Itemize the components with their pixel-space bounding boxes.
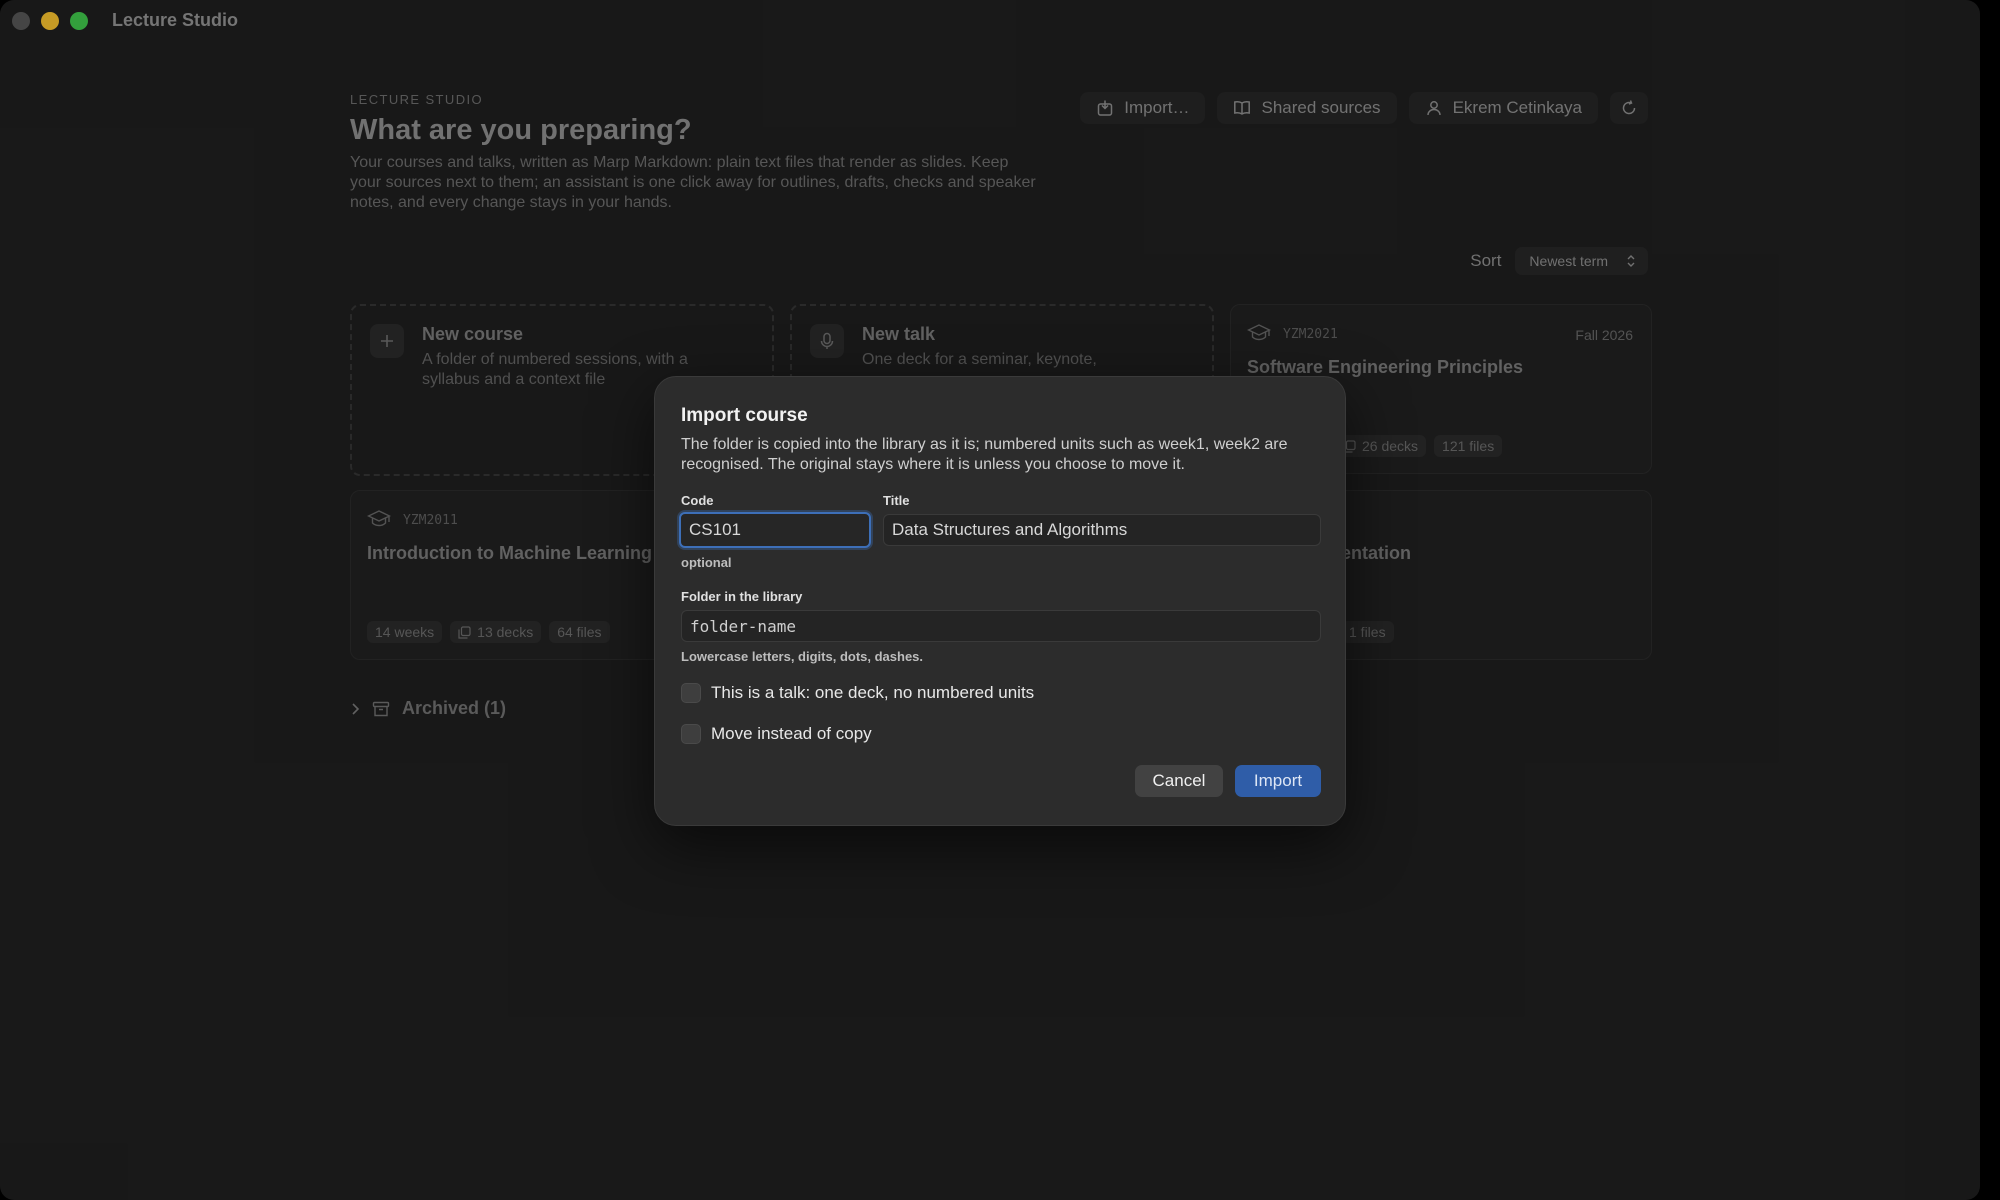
move-checkbox[interactable] [681,724,701,744]
title-input[interactable] [883,514,1321,546]
folder-name-input[interactable] [681,610,1321,642]
folder-label: Folder in the library [681,589,803,604]
move-checkbox-row[interactable]: Move instead of copy [681,724,872,744]
cancel-button[interactable]: Cancel [1135,765,1223,797]
code-hint: optional [681,555,732,570]
move-checkbox-label: Move instead of copy [711,724,872,743]
import-course-dialog: Import course The folder is copied into … [654,376,1346,826]
dialog-description: The folder is copied into the library as… [681,436,1288,473]
title-label: Title [883,493,910,508]
talk-checkbox[interactable] [681,683,701,703]
import-submit-button[interactable]: Import [1235,765,1321,797]
code-label: Code [681,493,714,508]
talk-checkbox-row[interactable]: This is a talk: one deck, no numbered un… [681,683,1034,703]
code-input[interactable] [679,512,871,548]
app-window: Lecture Studio LECTURE STUDIO What are y… [0,0,1980,1200]
talk-checkbox-label: This is a talk: one deck, no numbered un… [711,683,1035,702]
dialog-title: Import course [681,405,808,426]
folder-hint: Lowercase letters, digits, dots, dashes. [681,649,924,664]
